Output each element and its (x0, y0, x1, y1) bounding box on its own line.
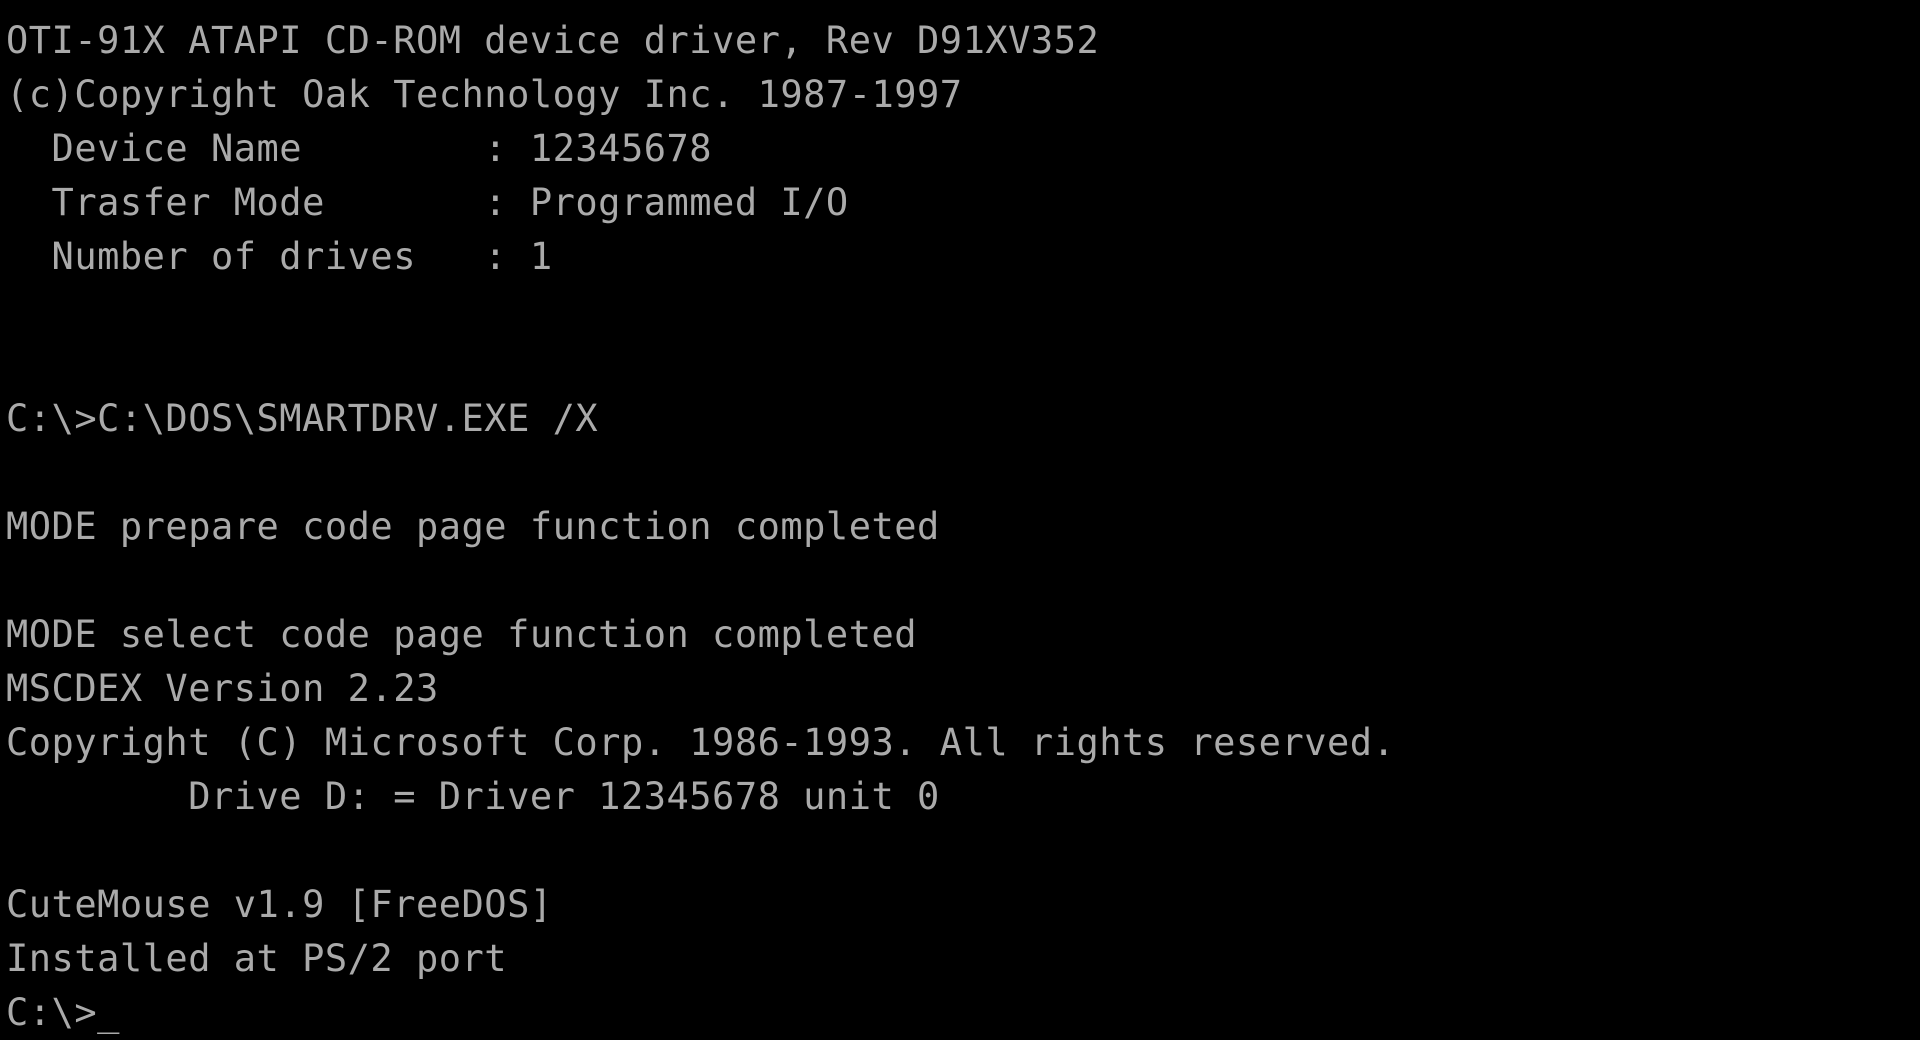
drive-assignment: Drive D: = Driver 12345678 unit 0 (6, 775, 940, 818)
blank-3 (6, 446, 1920, 500)
console-output: OTI-91X ATAPI CD-ROM device driver, Rev … (6, 14, 1920, 1040)
dos-terminal-screen[interactable]: OTI-91X ATAPI CD-ROM device driver, Rev … (0, 0, 1920, 1034)
driver-banner: OTI-91X ATAPI CD-ROM device driver, Rev … (6, 19, 1100, 62)
blank-4 (6, 554, 1920, 608)
device-name-row: Device Name : 12345678 (6, 127, 713, 170)
cutemouse-port: Installed at PS/2 port (6, 937, 508, 980)
blank-5 (6, 824, 1920, 878)
driver-copyright: (c)Copyright Oak Technology Inc. 1987-19… (6, 73, 963, 116)
mode-prepare-status: MODE prepare code page function complete… (6, 505, 940, 548)
smartdrv-command: C:\>C:\DOS\SMARTDRV.EXE /X (6, 397, 599, 440)
transfer-mode-row: Trasfer Mode : Programmed I/O (6, 181, 849, 224)
mscdex-version: MSCDEX Version 2.23 (6, 667, 439, 710)
current-prompt: C:\>_ (6, 991, 120, 1034)
cutemouse-banner: CuteMouse v1.9 [FreeDOS] (6, 883, 553, 926)
number-of-drives-row: Number of drives : 1 (6, 235, 553, 278)
blank-2 (6, 338, 1920, 392)
blank-1 (6, 284, 1920, 338)
mscdex-copyright: Copyright (C) Microsoft Corp. 1986-1993.… (6, 721, 1396, 764)
mode-select-status: MODE select code page function completed (6, 613, 918, 656)
